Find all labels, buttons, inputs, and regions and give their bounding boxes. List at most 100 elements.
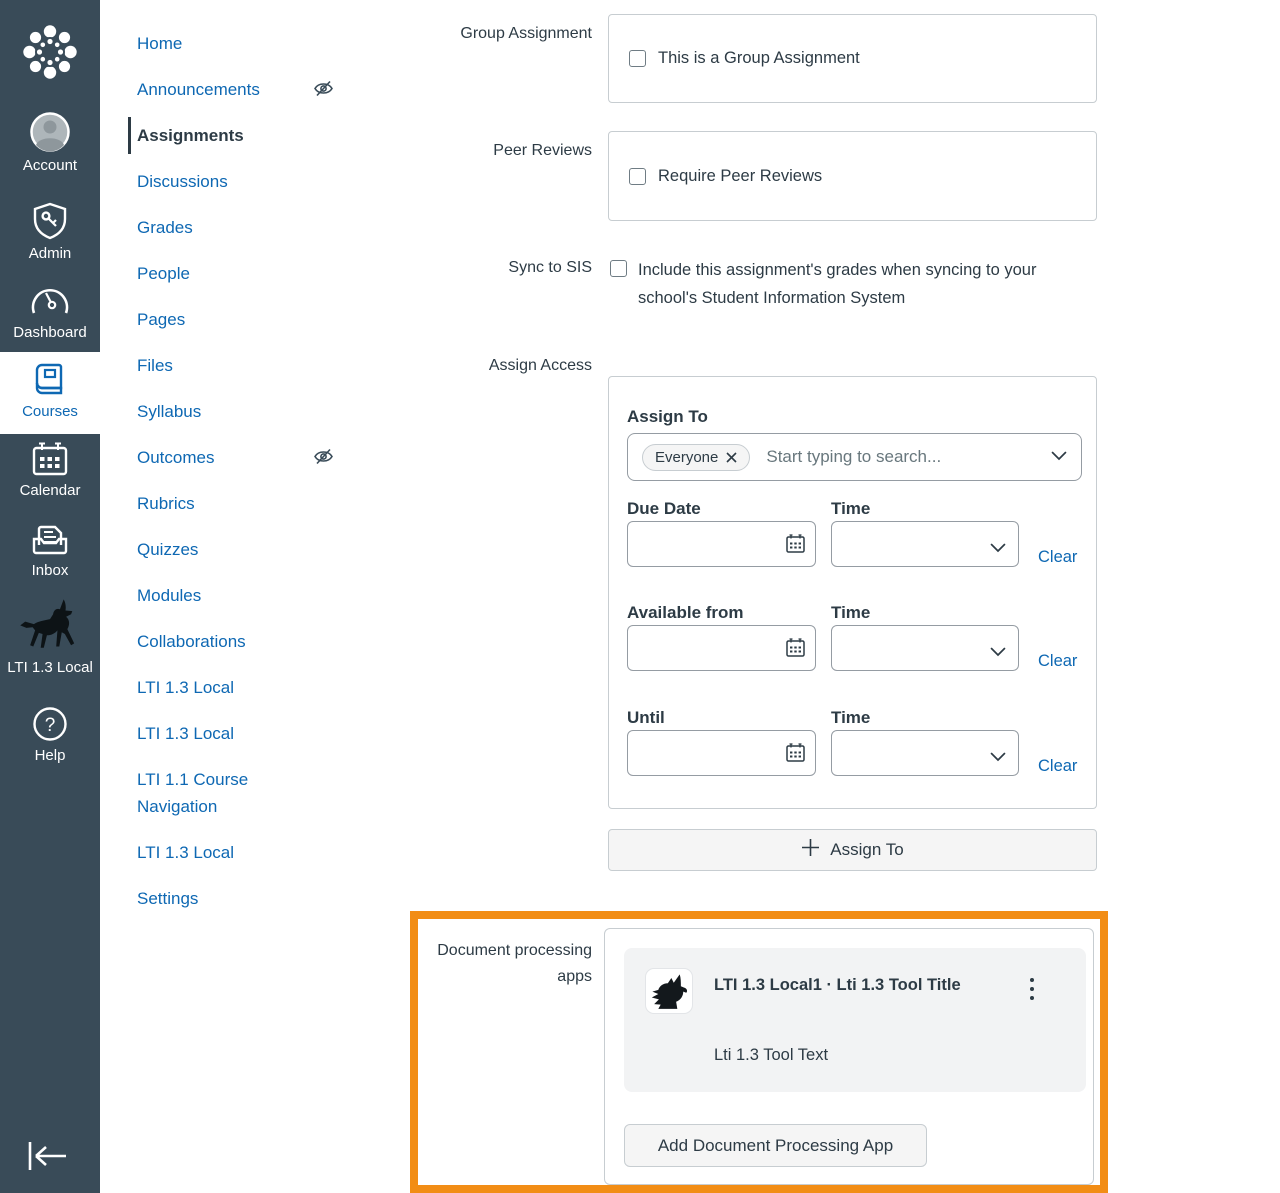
everyone-tag: Everyone <box>642 443 751 471</box>
hidden-eye-slash-icon <box>313 446 334 475</box>
chevron-down-icon <box>990 644 1006 662</box>
course-navigation: Home Announcements Assignments Discussio… <box>128 30 333 931</box>
app-title: LTI 1.3 Local1 · Lti 1.3 Tool Title <box>714 976 961 994</box>
sidebar-item-lti-local[interactable]: LTI 1.3 Local <box>0 598 100 676</box>
unicorn-icon <box>651 974 688 1009</box>
assign-to-combobox[interactable]: Everyone Start typing to search... <box>627 433 1082 481</box>
document-processing-app-card: LTI 1.3 Local1 · Lti 1.3 Tool Title Lti … <box>624 948 1086 1092</box>
group-assignment-label: Group Assignment <box>460 25 592 42</box>
sync-to-sis-checkbox-label: Include this assignment's grades when sy… <box>638 261 1037 307</box>
calendar-icon <box>31 441 69 476</box>
available-from-label: Available from <box>627 603 744 622</box>
nav-item-modules[interactable]: Modules <box>137 582 307 609</box>
until-field <box>627 730 816 776</box>
canvas-logo-icon[interactable] <box>22 24 78 85</box>
chevron-down-icon <box>1051 448 1067 466</box>
chevron-down-icon <box>990 749 1006 767</box>
nav-item-lti13-local-2[interactable]: LTI 1.3 Local <box>137 720 307 747</box>
sidebar-item-label: Admin <box>28 245 72 262</box>
chevron-down-icon <box>990 540 1006 558</box>
available-from-field <box>627 625 816 671</box>
until-clear-link[interactable]: Clear <box>1038 757 1077 776</box>
sidebar-item-label: Calendar <box>19 482 81 499</box>
available-time-label: Time <box>831 603 871 622</box>
nav-item-lti11-course-navigation[interactable]: LTI 1.1 Course Navigation <box>137 766 307 820</box>
sidebar-item-label: Inbox <box>31 562 69 579</box>
until-time-select[interactable] <box>831 730 1019 776</box>
sidebar-item-label: Dashboard <box>13 324 87 341</box>
due-date-input[interactable] <box>627 521 816 567</box>
available-from-input[interactable] <box>627 625 816 671</box>
unicorn-icon <box>19 598 81 648</box>
nav-item-assignments[interactable]: Assignments <box>128 117 307 154</box>
until-label: Until <box>627 708 665 727</box>
sidebar-item-label: Help <box>34 747 66 764</box>
group-assignment-checkbox[interactable] <box>629 50 646 67</box>
sidebar-item-dashboard[interactable]: Dashboard <box>0 283 100 341</box>
due-time-select[interactable] <box>831 521 1019 567</box>
admin-shield-icon <box>32 202 68 240</box>
svg-text:?: ? <box>45 715 56 736</box>
nav-item-collaborations[interactable]: Collaborations <box>137 628 307 655</box>
collapse-sidebar-icon[interactable] <box>26 1138 70 1179</box>
nav-item-syllabus[interactable]: Syllabus <box>137 398 307 425</box>
due-time-label: Time <box>831 499 871 518</box>
help-icon: ? <box>32 706 68 741</box>
sync-to-sis-label: Sync to SIS <box>508 259 592 276</box>
nav-item-grades[interactable]: Grades <box>137 214 307 241</box>
group-assignment-panel: This is a Group Assignment <box>608 14 1097 103</box>
nav-item-lti13-local-1[interactable]: LTI 1.3 Local <box>137 674 307 701</box>
sync-to-sis-checkbox[interactable] <box>610 260 627 277</box>
add-assign-to-button[interactable]: Assign To <box>608 829 1097 871</box>
dashboard-gauge-icon <box>30 283 70 314</box>
assign-access-panel: Assign To Everyone Start typing to searc… <box>608 376 1097 809</box>
app-logo-tile <box>645 968 693 1014</box>
sidebar-item-account[interactable]: Account <box>0 112 100 174</box>
peer-reviews-checkbox-label: Require Peer Reviews <box>658 166 823 185</box>
assign-to-heading: Assign To <box>627 407 708 426</box>
assign-to-search-placeholder: Start typing to search... <box>766 447 942 466</box>
account-avatar-icon <box>30 112 70 152</box>
sidebar-item-admin[interactable]: Admin <box>0 202 100 262</box>
due-clear-link[interactable]: Clear <box>1038 548 1077 567</box>
nav-item-quizzes[interactable]: Quizzes <box>137 536 307 563</box>
app-text: Lti 1.3 Tool Text <box>714 1046 829 1064</box>
global-sidebar: Account Admin Dashboard Courses Calendar… <box>0 0 100 1193</box>
peer-reviews-checkbox[interactable] <box>629 167 646 185</box>
nav-item-discussions[interactable]: Discussions <box>137 168 307 195</box>
courses-book-icon <box>33 362 67 395</box>
nav-item-lti13-local-3[interactable]: LTI 1.3 Local <box>137 839 307 866</box>
plus-icon <box>801 838 820 862</box>
nav-item-announcements[interactable]: Announcements <box>137 76 333 103</box>
sidebar-item-calendar[interactable]: Calendar <box>0 441 100 499</box>
due-date-field <box>627 521 816 567</box>
sidebar-item-help[interactable]: ? Help <box>0 706 100 764</box>
available-time-select[interactable] <box>831 625 1019 671</box>
sidebar-item-label: Account <box>22 157 78 174</box>
until-input[interactable] <box>627 730 816 776</box>
nav-item-pages[interactable]: Pages <box>137 306 307 333</box>
sidebar-item-courses[interactable]: Courses <box>0 352 100 434</box>
remove-everyone-icon[interactable] <box>726 451 737 463</box>
nav-item-settings[interactable]: Settings <box>137 885 307 912</box>
sidebar-item-label: LTI 1.3 Local <box>7 659 93 676</box>
nav-item-outcomes[interactable]: Outcomes <box>137 444 333 471</box>
peer-reviews-panel: Require Peer Reviews <box>608 131 1097 221</box>
nav-item-files[interactable]: Files <box>137 352 307 379</box>
kebab-menu-icon[interactable] <box>1022 978 1042 1006</box>
sidebar-item-inbox[interactable]: Inbox <box>0 521 100 579</box>
nav-item-people[interactable]: People <box>137 260 307 287</box>
available-clear-link[interactable]: Clear <box>1038 652 1077 671</box>
inbox-icon <box>31 521 69 555</box>
until-time-label: Time <box>831 708 871 727</box>
assign-access-label: Assign Access <box>488 357 592 374</box>
sidebar-item-label: Courses <box>22 403 78 420</box>
nav-item-home[interactable]: Home <box>137 30 307 57</box>
group-assignment-checkbox-label: This is a Group Assignment <box>658 49 860 67</box>
add-document-processing-app-button[interactable]: Add Document Processing App <box>624 1124 927 1167</box>
peer-reviews-label: Peer Reviews <box>493 142 592 159</box>
hidden-eye-slash-icon <box>313 78 334 107</box>
sync-to-sis-row: Include this assignment's grades when sy… <box>610 257 1080 312</box>
nav-item-rubrics[interactable]: Rubrics <box>137 490 307 517</box>
document-processing-label: Document processing apps <box>437 942 592 985</box>
